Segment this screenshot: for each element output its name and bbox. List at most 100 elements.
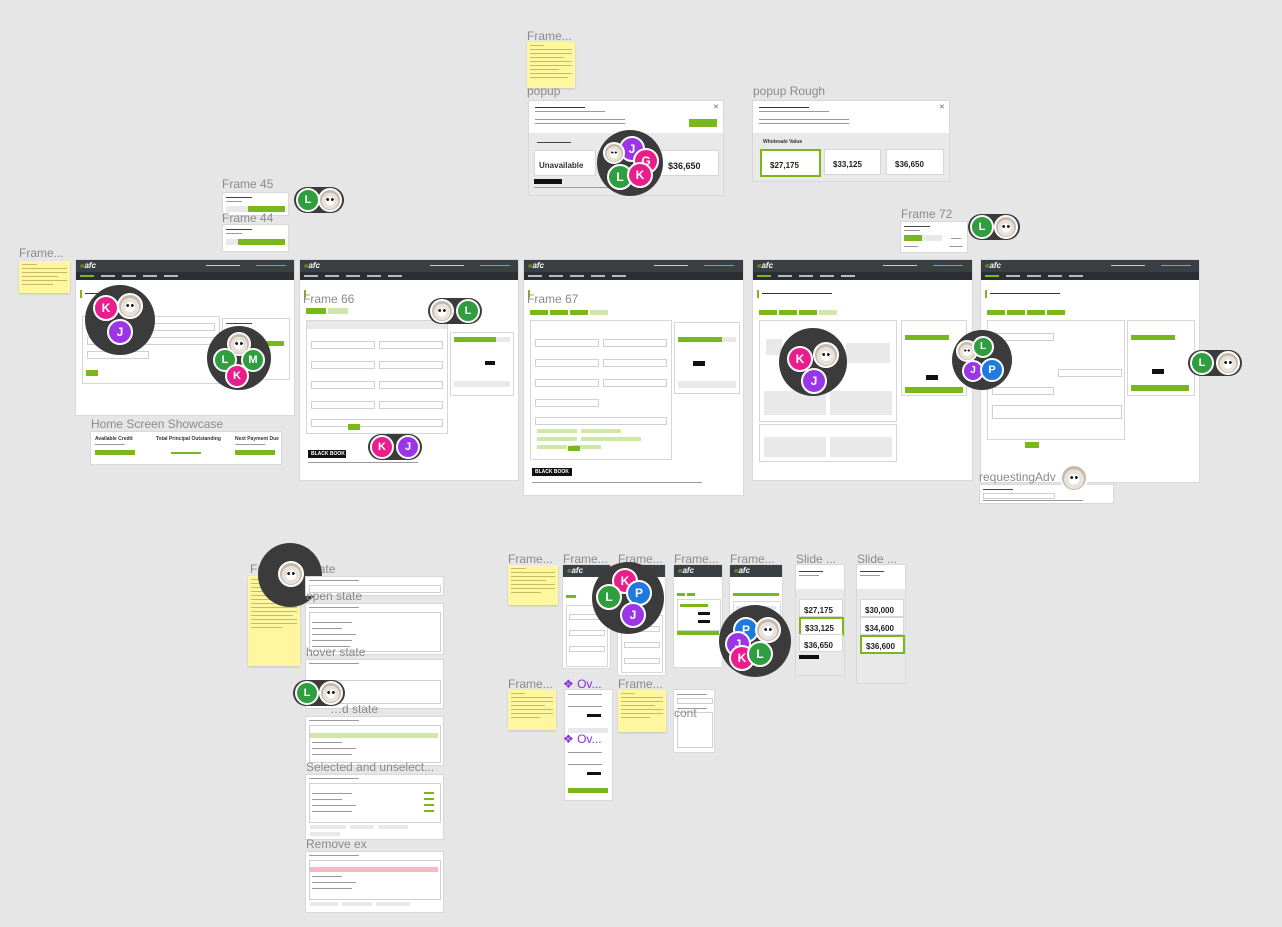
component-label[interactable]: ❖ Ov... [563, 677, 602, 691]
component-label[interactable]: ❖ Ov... [563, 732, 602, 746]
input-field[interactable] [569, 630, 605, 636]
popup-rough-label[interactable]: popup Rough [753, 84, 825, 98]
home-showcase-label[interactable]: Home Screen Showcase [91, 417, 223, 431]
sticky-note[interactable] [508, 565, 558, 605]
content-list[interactable] [674, 690, 714, 752]
collaborator-cluster[interactable]: K J [779, 328, 847, 396]
mobile-frame-label[interactable]: Frame... [674, 552, 719, 566]
input-field[interactable] [153, 323, 215, 331]
style-field[interactable] [603, 379, 667, 387]
frame44-label[interactable]: Frame 44 [222, 211, 273, 225]
avatar[interactable]: P [980, 358, 1004, 382]
frame66-label[interactable]: Frame 66 [303, 292, 354, 306]
input-field[interactable] [624, 658, 660, 664]
avatar[interactable]: L [456, 299, 480, 323]
submit-button[interactable] [1025, 442, 1039, 448]
make-field[interactable] [603, 339, 667, 347]
mobile-screen[interactable]: «afc [674, 565, 722, 667]
color-field[interactable] [379, 401, 443, 409]
average-price-box[interactable]: $33,125 [824, 149, 881, 175]
avatar[interactable]: J [396, 435, 420, 459]
sticky-note[interactable] [508, 690, 556, 730]
mileage-field[interactable] [535, 399, 599, 407]
comments-field[interactable] [992, 405, 1122, 419]
avatar[interactable]: L [296, 188, 320, 212]
close-icon[interactable]: ✕ [939, 103, 945, 111]
popup-label[interactable]: popup [527, 84, 560, 98]
close-icon[interactable]: ✕ [713, 103, 719, 111]
avatar[interactable] [994, 215, 1018, 239]
avatar[interactable] [1060, 464, 1088, 492]
collaborator-cluster[interactable]: P J K L [719, 605, 791, 677]
rough-price-box[interactable]: $27,175 [799, 599, 843, 617]
avatar[interactable]: L [295, 681, 319, 705]
requesting-frame[interactable] [980, 485, 1113, 503]
frame44[interactable] [223, 225, 288, 251]
avatar[interactable] [430, 299, 454, 323]
mobile-frame-label[interactable]: Frame... [508, 677, 553, 691]
rough-price-box[interactable]: $27,175 [760, 149, 821, 177]
body-field[interactable] [535, 379, 599, 387]
dropdown-selected[interactable] [306, 717, 443, 765]
collaborator-cluster[interactable]: K L P J [592, 562, 664, 634]
avatar[interactable]: L [972, 336, 994, 358]
next-button[interactable] [348, 424, 360, 430]
slide-label[interactable]: Slide ... [796, 552, 836, 566]
mileage-field[interactable] [311, 401, 375, 409]
trim-field[interactable] [379, 361, 443, 369]
collaborator-pill[interactable]: L [428, 298, 482, 324]
slide-wholesale-values-2[interactable]: $30,000 $34,600 $36,600 [857, 565, 905, 683]
avatar[interactable] [1216, 351, 1240, 375]
collaborator-pill[interactable]: K J [368, 434, 422, 460]
frame-label[interactable]: Frame... [527, 29, 572, 43]
average-price-box[interactable]: $34,600 [860, 617, 904, 635]
avatar[interactable]: K [627, 162, 653, 188]
avatar[interactable] [318, 188, 342, 212]
make-field[interactable] [379, 341, 443, 349]
collaborator-pill[interactable]: L [1188, 350, 1242, 376]
avatar[interactable] [117, 293, 143, 319]
collaborator-cluster[interactable]: L J P [952, 330, 1012, 390]
next-button[interactable] [86, 370, 98, 376]
selected-state-label[interactable]: …d state [330, 702, 378, 716]
frame45-label[interactable]: Frame 45 [222, 177, 273, 191]
collaborator-cluster[interactable]: L M K [207, 326, 271, 390]
clean-value-box[interactable]: $36,650 [659, 150, 719, 176]
collaborator-pill[interactable]: L [968, 214, 1020, 240]
requesting-label[interactable]: requestingAdv [979, 470, 1056, 484]
hover-state-label[interactable]: hover state [306, 645, 365, 659]
cont-label[interactable]: cont [674, 706, 697, 720]
avatar[interactable]: J [107, 319, 133, 345]
rough-price-box[interactable]: $30,000 [860, 599, 904, 617]
avatar[interactable]: L [596, 584, 622, 610]
collaborator-pill[interactable]: L [294, 187, 344, 213]
avatar[interactable]: K [93, 295, 119, 321]
avatar[interactable]: L [747, 641, 773, 667]
popup-rough-frame[interactable]: ✕ Wholesale Value $27,175 $33,125 $36,65… [753, 101, 949, 181]
clean-price-box[interactable]: $36,650 [799, 634, 843, 652]
input-field[interactable] [992, 387, 1054, 395]
trim-field[interactable] [603, 359, 667, 367]
input-field[interactable] [569, 646, 605, 652]
input-field[interactable] [1058, 369, 1122, 377]
slide-label[interactable]: Slide ... [857, 552, 897, 566]
avatar[interactable]: J [620, 602, 646, 628]
collaborator-cluster[interactable]: J G L K [597, 130, 663, 196]
avatar[interactable]: K [225, 364, 249, 388]
dropdown-remove[interactable] [306, 852, 443, 912]
options-field[interactable] [311, 419, 443, 427]
home-showcase[interactable]: Available Credit Total Principal Outstan… [91, 432, 281, 464]
popup-action-button[interactable] [689, 119, 717, 127]
avatar[interactable] [278, 561, 304, 587]
year-field[interactable] [311, 341, 375, 349]
avatar[interactable]: K [370, 435, 394, 459]
mobile-frame-label[interactable]: Frame... [618, 677, 663, 691]
rough-value-box[interactable]: Unavailable [534, 150, 596, 176]
avatar[interactable]: J [801, 368, 827, 394]
model-field[interactable] [311, 361, 375, 369]
mobile-frame-label[interactable]: Frame... [563, 552, 608, 566]
sticky-note[interactable] [527, 42, 575, 88]
clean-price-box[interactable]: $36,600 [860, 635, 905, 654]
avatar[interactable]: L [970, 215, 994, 239]
input-field[interactable] [624, 642, 660, 648]
